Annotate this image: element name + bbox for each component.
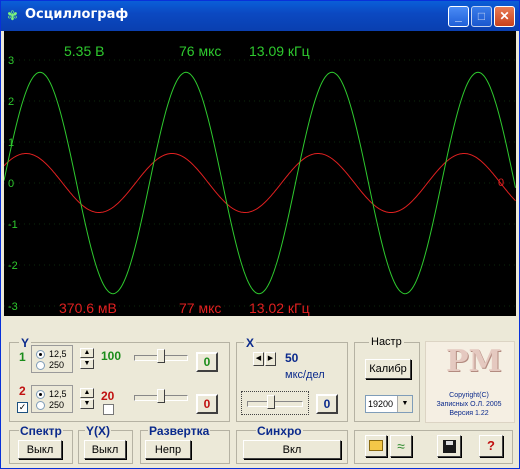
title-bar[interactable]: ✾ Осциллограф _ □ ✕ <box>1 1 519 31</box>
help-button[interactable]: ? <box>479 435 503 457</box>
y-tick-label: 3 <box>8 55 14 67</box>
ch2-invert-checkbox[interactable] <box>103 404 114 415</box>
yx-label: Y(X) <box>85 424 111 438</box>
spin-down-icon[interactable]: ▼ <box>80 399 94 409</box>
baud-rate-select[interactable]: 19200 ▼ <box>365 395 413 413</box>
spectrum-label: Спектр <box>19 424 63 438</box>
copyright-text: Copyright(C) <box>449 392 489 399</box>
signal-generator-button[interactable]: ≈ <box>390 435 412 457</box>
ch2-range-12-5-radio[interactable] <box>36 390 45 399</box>
ch2-amplitude: 370.6 мВ <box>59 300 117 316</box>
save-button[interactable] <box>437 435 461 457</box>
calibrate-button[interactable]: Калибр <box>365 359 411 379</box>
oscilloscope-window: ✾ Осциллограф _ □ ✕ 3 2 1 0 -1 -2 -3 5.35 В 76… <box>0 0 520 469</box>
about-panel: PM Copyright(C) Записных О.Л. 2005 Верси… <box>425 341 515 423</box>
x-position-slider-thumb[interactable] <box>267 395 275 409</box>
y-panel-label: Y <box>19 336 32 350</box>
open-file-button[interactable] <box>365 435 387 457</box>
ch2-gain-value: 20 <box>101 389 115 403</box>
sweep-label: Развертка <box>148 424 211 438</box>
y-tick-label: 2 <box>8 96 14 108</box>
oscilloscope-screen: 3 2 1 0 -1 -2 -3 5.35 В 76 мкс 13.09 кГц 370.6… <box>4 31 516 316</box>
app-icon: ✾ <box>7 8 18 23</box>
baud-rate-value: 19200 <box>368 399 394 409</box>
minimize-button[interactable]: _ <box>448 6 469 27</box>
ch1-gain-spinner[interactable]: ▲ ▼ <box>80 348 94 370</box>
ch1-gain-value: 100 <box>101 349 122 363</box>
y-tick-label: -3 <box>8 301 18 313</box>
ch1-position-slider-thumb[interactable] <box>157 349 165 363</box>
author-text: Записных О.Л. 2005 <box>436 401 502 408</box>
sync-label: Синхро <box>256 424 303 438</box>
version-text: Версия 1.22 <box>449 410 489 417</box>
ch1-zero-button[interactable]: 0 <box>196 352 218 372</box>
x-timebase-spinner[interactable]: ◀ ▶ <box>253 352 277 366</box>
ch1-amplitude: 5.35 В <box>64 43 104 59</box>
arrow-left-icon[interactable]: ◀ <box>253 352 264 366</box>
x-panel-label: X <box>244 336 257 350</box>
ch2-number: 2 <box>19 384 26 398</box>
ch1-range-12-5-label: 12,5 <box>49 349 67 359</box>
x-position-slider-track[interactable] <box>247 401 303 407</box>
ch2-range-12-5-label: 12,5 <box>49 389 67 399</box>
x-zero-button[interactable]: 0 <box>316 394 338 414</box>
ch2-position-slider-thumb[interactable] <box>157 389 165 403</box>
ch2-gain-spinner[interactable]: ▲ ▼ <box>80 388 94 410</box>
ch2-range-250-label: 250 <box>49 400 65 410</box>
ch2-zero-marker: 0 <box>498 177 504 189</box>
y-axis-ticks: 3210-1-2-3 <box>8 55 18 313</box>
y-tick-label: 0 <box>8 178 14 190</box>
yx-toggle-button[interactable]: Выкл <box>84 440 126 459</box>
ch2-frequency: 13.02 кГц <box>249 300 310 316</box>
ch1-range-250-label: 250 <box>49 360 65 370</box>
ch1-range-group: 12,5 250 <box>31 345 73 373</box>
grid <box>4 59 516 307</box>
sync-toggle-button[interactable]: Вкл <box>243 440 341 459</box>
ch2-enable-checkbox[interactable]: ✓ <box>17 402 28 413</box>
ch2-period: 77 мкс <box>179 300 221 316</box>
spin-down-icon[interactable]: ▼ <box>80 359 94 369</box>
window-title: Осциллограф <box>25 7 129 22</box>
sweep-mode-button[interactable]: Непр <box>145 440 191 459</box>
ch2-range-group: 12,5 250 <box>31 385 73 413</box>
ch1-range-250-radio[interactable] <box>36 361 45 370</box>
ch2-zero-button[interactable]: 0 <box>196 394 218 414</box>
spin-up-icon[interactable]: ▲ <box>80 348 94 358</box>
chevron-down-icon[interactable]: ▼ <box>397 396 412 412</box>
spectrum-toggle-button[interactable]: Выкл <box>18 440 62 459</box>
ch2-range-250-radio[interactable] <box>36 401 45 410</box>
ch1-number: 1 <box>19 350 26 364</box>
y-tick-label: -2 <box>8 260 18 272</box>
ch1-frequency: 13.09 кГц <box>249 43 310 59</box>
waveform-display: 3210-1-2-3 5.35 В 76 мкс 13.09 кГц 370.6… <box>4 43 516 316</box>
wave-icon: ≈ <box>397 438 405 454</box>
y-tick-label: -1 <box>8 219 18 231</box>
close-button[interactable]: ✕ <box>494 6 515 27</box>
x-timebase-unit: мкс/дел <box>285 369 325 381</box>
ch1-period: 76 мкс <box>179 43 221 59</box>
x-timebase-value: 50 <box>285 351 299 365</box>
ch1-range-12-5-radio[interactable] <box>36 350 45 359</box>
floppy-disk-icon <box>442 440 456 453</box>
arrow-right-icon[interactable]: ▶ <box>265 352 276 366</box>
pm-logo: PM <box>446 344 502 379</box>
spin-up-icon[interactable]: ▲ <box>80 388 94 398</box>
maximize-button[interactable]: □ <box>471 6 492 27</box>
folder-icon <box>369 440 383 451</box>
settings-label: Настр <box>369 336 404 348</box>
